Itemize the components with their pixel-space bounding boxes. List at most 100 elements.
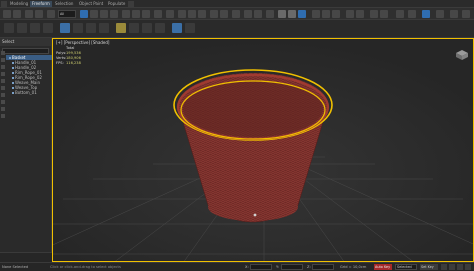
ribbon-tool-2-icon[interactable] (17, 23, 27, 33)
ribbon-tool-10-icon[interactable] (129, 23, 139, 33)
ribbon-tool-4-icon[interactable] (43, 23, 53, 33)
viewport-label[interactable]: [+] [Perspective] [Shaded] (56, 40, 110, 45)
material-editor-icon[interactable] (266, 10, 274, 18)
curve-editor-icon[interactable] (244, 10, 252, 18)
toolbar-extra-1-icon[interactable] (312, 10, 320, 18)
ribbon-tool-1-icon[interactable] (4, 23, 14, 33)
x-coord-label: X: (245, 265, 249, 269)
filter-xrefs-icon[interactable] (0, 100, 5, 104)
filter-shapes-icon[interactable] (0, 58, 5, 62)
render-setup-icon[interactable] (278, 10, 286, 18)
ribbon-tool-8-icon[interactable] (99, 23, 109, 33)
rect-selection-icon[interactable] (100, 10, 108, 18)
toolbar-extra-8-icon[interactable] (396, 10, 404, 18)
filter-cameras-icon[interactable] (0, 72, 5, 76)
filter-spacewarps-icon[interactable] (0, 86, 5, 90)
key-mode-dropdown[interactable]: Selected (395, 264, 417, 270)
filter-groups-icon[interactable] (0, 93, 5, 97)
reference-coord-icon[interactable] (154, 10, 162, 18)
app-menu-icon[interactable] (1, 1, 7, 7)
mirror-icon[interactable] (210, 10, 218, 18)
percent-snap-icon[interactable] (198, 10, 206, 18)
filter-bones-icon[interactable] (0, 107, 5, 111)
status-bar: None Selected Click or click-and-drag to… (0, 262, 474, 271)
viewport-canvas (53, 39, 473, 261)
z-coord-field[interactable] (312, 264, 334, 270)
move-icon[interactable] (122, 10, 130, 18)
perspective-viewport[interactable]: [+] [Perspective] [Shaded] Total Polys:1… (52, 38, 474, 262)
tree-item[interactable]: Bottom_01 (6, 90, 52, 95)
tab-object-paint[interactable]: Object Paint (77, 1, 105, 7)
toolbar-extra-4-icon[interactable] (346, 10, 354, 18)
ribbon-toggle-icon[interactable] (128, 1, 134, 7)
toolbar-extra-6-icon[interactable] (370, 10, 378, 18)
pivot-center-icon[interactable] (166, 10, 174, 18)
toolbar-extra-3-icon[interactable] (332, 10, 340, 18)
scene-explorer-search[interactable] (2, 48, 49, 54)
viewport-nav-icon[interactable] (457, 264, 463, 270)
toolbar-extra-11-icon[interactable] (436, 10, 444, 18)
toolbar-extra-7-icon[interactable] (380, 10, 388, 18)
scene-explorer: Select Basket Handle_01 Handle_02 Rim_Ro… (0, 38, 52, 262)
toolbar-extra-13-icon[interactable] (462, 10, 470, 18)
schematic-view-icon[interactable] (254, 10, 262, 18)
redo-icon[interactable] (13, 10, 21, 18)
select-object-icon[interactable] (80, 10, 88, 18)
ribbon-tool-13-icon[interactable] (172, 23, 182, 33)
undo-icon[interactable] (3, 10, 11, 18)
ribbon-tool-3-icon[interactable] (30, 23, 40, 33)
ribbon-tool-6-icon[interactable] (73, 23, 83, 33)
toolbar-extra-12-icon[interactable] (450, 10, 458, 18)
ribbon-tab-bar: Modeling Freeform Selection Object Paint… (0, 0, 474, 8)
scale-icon[interactable] (142, 10, 150, 18)
object-icon (12, 82, 14, 84)
x-coord-field[interactable] (250, 264, 272, 270)
rotate-icon[interactable] (132, 10, 140, 18)
rendered-frame-icon[interactable] (288, 10, 296, 18)
main-toolbar: All (0, 8, 474, 20)
status-prompt: Click or click-and-drag to select object… (50, 265, 121, 269)
y-coord-label: Y: (276, 265, 279, 269)
ribbon-tool-12-icon[interactable] (155, 23, 165, 33)
toolbar-extra-10-icon[interactable] (422, 10, 430, 18)
filter-lights-icon[interactable] (0, 65, 5, 69)
filter-geometry-icon[interactable] (0, 51, 5, 55)
select-by-name-icon[interactable] (90, 10, 98, 18)
maximize-viewport-icon[interactable] (465, 264, 471, 270)
toolbar-extra-5-icon[interactable] (356, 10, 364, 18)
angle-snap-icon[interactable] (188, 10, 196, 18)
key-filters-icon[interactable] (441, 264, 447, 270)
ribbon-tool-14-icon[interactable] (185, 23, 195, 33)
filter-containers-icon[interactable] (0, 114, 5, 118)
y-coord-field[interactable] (281, 264, 303, 270)
set-key-button[interactable]: Set Key (420, 264, 438, 270)
time-config-icon[interactable] (449, 264, 455, 270)
selection-status: None Selected (2, 265, 29, 269)
snap-toggle-icon[interactable] (178, 10, 186, 18)
auto-key-button[interactable]: Auto Key (374, 264, 392, 270)
stats-row-value: 116,238 (66, 61, 81, 65)
ribbon-tool-9-icon[interactable] (116, 23, 126, 33)
ribbon-tool-5-icon[interactable] (60, 23, 70, 33)
scene-explorer-filter-strip (0, 48, 5, 248)
ribbon-tool-7-icon[interactable] (86, 23, 96, 33)
layer-explorer-icon[interactable] (232, 10, 240, 18)
tab-populate[interactable]: Populate (106, 1, 127, 7)
link-icon[interactable] (25, 10, 33, 18)
window-crossing-icon[interactable] (110, 10, 118, 18)
unlink-icon[interactable] (35, 10, 43, 18)
tab-modeling[interactable]: Modeling (8, 1, 30, 7)
ribbon-tool-11-icon[interactable] (142, 23, 152, 33)
viewcube-icon[interactable] (455, 49, 469, 61)
tab-freeform[interactable]: Freeform (30, 1, 52, 7)
selection-filter-dropdown[interactable]: All (58, 10, 76, 18)
render-production-icon[interactable] (298, 10, 306, 18)
toolbar-extra-2-icon[interactable] (322, 10, 330, 18)
bind-space-warp-icon[interactable] (47, 10, 55, 18)
toolbar-extra-9-icon[interactable] (408, 10, 416, 18)
align-icon[interactable] (220, 10, 228, 18)
scene-explorer-footer (0, 252, 52, 262)
object-icon (12, 67, 14, 69)
tab-selection[interactable]: Selection (53, 1, 75, 7)
filter-helpers-icon[interactable] (0, 79, 5, 83)
